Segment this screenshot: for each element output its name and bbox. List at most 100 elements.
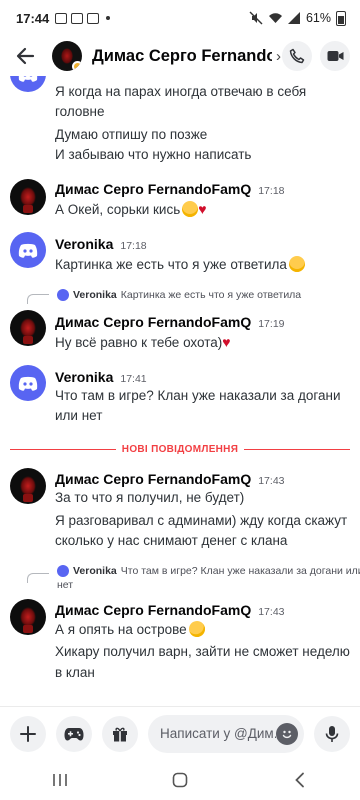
message-text: или нет [55, 408, 103, 423]
wifi-icon [268, 13, 282, 23]
message-text-content: Ну всё равно к тебе охота) [55, 335, 223, 350]
reply-text-continued: нет [57, 579, 74, 591]
avatar[interactable] [10, 599, 46, 635]
avatar[interactable] [10, 310, 46, 346]
message-input-wrapper [148, 714, 304, 753]
reply-connector [27, 573, 49, 583]
message-author[interactable]: Димас Серго FernandoFamQ [55, 471, 251, 487]
reply-author: Veronika [73, 289, 117, 301]
message-text: Я когда на парах иногда отвечаю в себя [55, 84, 307, 99]
video-camera-icon [327, 51, 343, 61]
new-messages-label: НОВІ ПОВІДОМЛЕННЯ [121, 443, 239, 455]
reply-text: Картинка же есть что я уже ответила [120, 289, 302, 301]
contact-avatar[interactable] [52, 41, 82, 71]
recent-apps-icon [53, 774, 67, 786]
new-messages-divider: НОВІ ПОВІДОМЛЕННЯ [10, 442, 350, 456]
message-author[interactable]: Димас Серго FernandoFamQ [55, 602, 251, 618]
message-author[interactable]: Димас Серго FernandoFamQ [55, 181, 251, 197]
gift-button[interactable] [102, 715, 138, 752]
rofl-emoji-icon [185, 618, 208, 640]
message-text: головне [55, 104, 105, 119]
message-text: Хикару получил варн, зайти не сможет нед… [55, 644, 350, 659]
avatar[interactable] [10, 365, 46, 401]
discord-logo-icon [18, 243, 38, 258]
message-text: Картинка же есть что я уже ответила [55, 256, 305, 272]
activities-button[interactable] [56, 715, 92, 752]
message-text: А я опять на острове [55, 618, 208, 640]
message-text-content: А я опять на острове [55, 622, 187, 637]
back-nav-button[interactable] [280, 765, 320, 795]
contact-name[interactable]: Димас Серго Fernando... [92, 47, 272, 66]
home-button[interactable] [160, 765, 200, 795]
home-icon [172, 772, 188, 788]
more-notifications-icon [106, 16, 111, 20]
microphone-icon [325, 725, 339, 742]
chat-header: Димас Серго Fernando... › [0, 36, 360, 76]
smile-icon [282, 730, 292, 738]
avatar[interactable] [10, 232, 46, 268]
reply-connector [27, 294, 49, 304]
gamepad-icon [64, 727, 84, 740]
phone-icon [289, 48, 305, 64]
reply-avatar-icon [57, 565, 69, 577]
message-text: Что там в игре? Клан уже наказали за дог… [55, 388, 341, 403]
discord-logo-icon [18, 76, 38, 82]
message-input[interactable] [160, 726, 276, 741]
avatar[interactable] [10, 76, 46, 92]
idle-status-indicator [72, 61, 82, 71]
pleading-face-emoji-icon [182, 201, 199, 217]
recent-apps-button[interactable] [40, 765, 80, 795]
message-text-content: А Окей, сорьки кись [55, 202, 181, 217]
message-text: И забываю что нужно написать [55, 147, 252, 162]
message-text: Я разговаривал с админами) жду когда ска… [55, 513, 348, 528]
reply-avatar-icon [57, 289, 69, 301]
joy-emoji-icon [288, 256, 305, 272]
chevron-left-icon [295, 772, 304, 788]
red-heart-emoji-icon: ♥ [222, 334, 231, 350]
system-nav-bar [0, 760, 360, 800]
battery-icon [336, 10, 346, 26]
back-button[interactable] [10, 41, 40, 71]
message-timestamp: 17:18 [258, 185, 285, 197]
message-text: А Окей, сорьки кись ♥ [55, 201, 207, 217]
message-text: в клан [55, 665, 95, 680]
plus-icon [20, 725, 36, 742]
gift-icon [113, 727, 127, 741]
message-author[interactable]: Veronika [55, 369, 113, 385]
reply-text: Что там в игре? Клан уже наказали за дог… [120, 565, 360, 577]
signal-icon [287, 12, 300, 24]
add-attachment-button[interactable] [10, 715, 46, 752]
avatar[interactable] [10, 179, 46, 215]
message-composer [0, 706, 360, 760]
voice-message-button[interactable] [314, 715, 350, 752]
message-timestamp: 17:41 [120, 373, 147, 385]
reply-author: Veronika [73, 565, 117, 577]
message-author[interactable]: Veronika [55, 236, 113, 252]
message-text: Ну всё равно к тебе охота)♥ [55, 334, 231, 350]
gmail-icon [55, 12, 68, 24]
mute-icon [249, 11, 263, 25]
message-timestamp: 17:43 [258, 475, 285, 487]
reply-preview[interactable]: Veronika Картинка же есть что я уже отве… [57, 289, 301, 301]
notification-app-icon [71, 12, 84, 24]
status-time: 17:44 [16, 10, 50, 26]
video-call-button[interactable] [320, 41, 350, 71]
chevron-right-icon[interactable]: › [276, 48, 281, 65]
status-bar: 17:44 61% [0, 0, 360, 36]
message-text: Думаю отпишу по позже [55, 127, 208, 142]
message-author[interactable]: Димас Серго FernandoFamQ [55, 314, 251, 330]
discord-logo-icon [18, 376, 38, 391]
message-timestamp: 17:18 [120, 240, 147, 252]
avatar[interactable] [10, 468, 46, 504]
calendar-icon [87, 12, 100, 24]
message-text: За то что я получил, не будет) [55, 490, 245, 505]
message-timestamp: 17:43 [258, 606, 285, 618]
reply-preview[interactable]: Veronika Что там в игре? Клан уже наказа… [57, 565, 360, 591]
arrow-left-icon [16, 47, 35, 65]
message-text-content: Картинка же есть что я уже ответила [55, 257, 287, 272]
message-list[interactable]: Я когда на парах иногда отвечаю в себя г… [0, 76, 360, 706]
emoji-picker-button[interactable] [276, 722, 298, 745]
message-text: сколько у нас снимают денег с клана [55, 533, 288, 548]
red-heart-emoji-icon: ♥ [198, 201, 207, 217]
call-button[interactable] [282, 41, 312, 71]
